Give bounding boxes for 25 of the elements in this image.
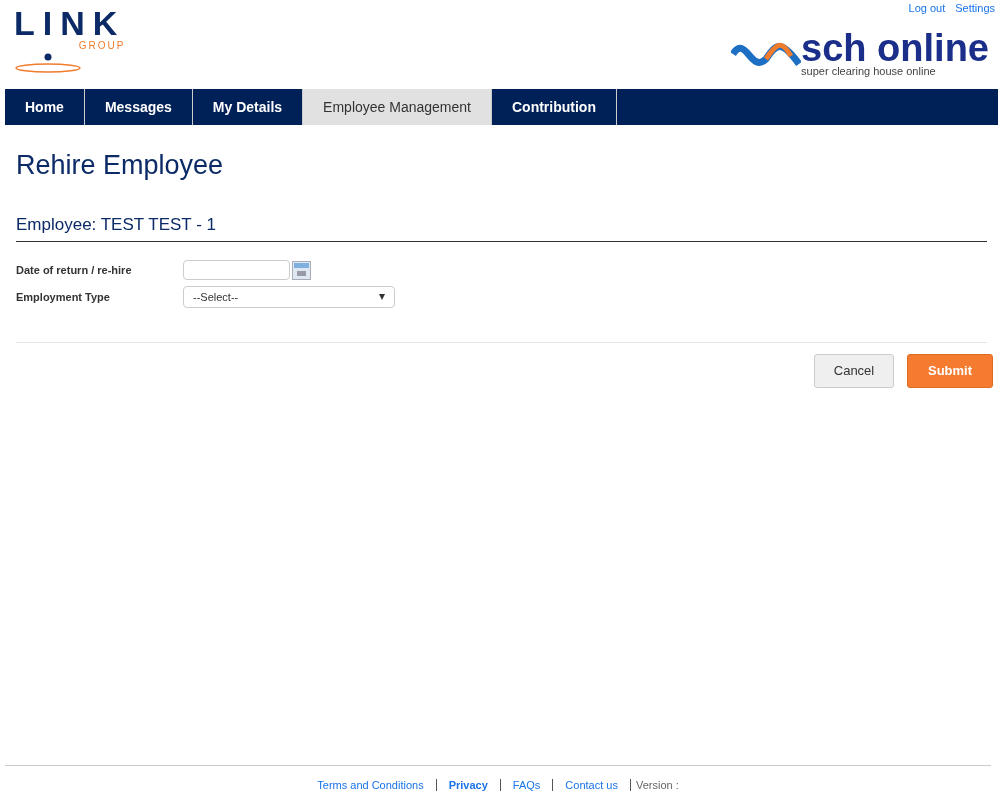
footer-link[interactable]: Terms and Conditions <box>317 777 424 794</box>
footer-link[interactable]: FAQs <box>512 777 541 794</box>
version-label: Version : <box>635 778 679 793</box>
brand-tagline: super clearing house online <box>801 64 937 77</box>
employment-type-select[interactable]: --Select-- <box>183 286 395 308</box>
nav-tab[interactable]: Employee Management <box>303 89 492 125</box>
date-field[interactable] <box>183 260 290 280</box>
header-link[interactable]: Settings <box>955 0 995 17</box>
nav-tab[interactable]: Home <box>5 89 85 125</box>
page-title: Rehire Employee <box>16 149 225 182</box>
brand-name: sch online <box>801 30 989 65</box>
nav-tab[interactable]: Contribution <box>491 89 617 125</box>
cancel-button[interactable]: Cancel <box>814 354 894 388</box>
logo-wordmark: LINK <box>14 6 126 40</box>
section-title: Employee: TEST TEST - 1 <box>16 211 987 242</box>
calendar-icon[interactable] <box>292 260 311 280</box>
header-link[interactable]: Log out <box>908 0 946 17</box>
logo-ripple-icon <box>14 52 82 74</box>
footer-link[interactable]: Privacy <box>448 777 488 794</box>
footer-link[interactable]: Contact us <box>565 777 618 794</box>
caret-icon <box>379 294 385 300</box>
nav-tab[interactable]: Messages <box>84 89 193 125</box>
logo-subtitle: GROUP <box>78 40 126 52</box>
field-label: Date of return / re-hire <box>16 262 133 278</box>
field-label: Employment Type <box>16 289 111 305</box>
